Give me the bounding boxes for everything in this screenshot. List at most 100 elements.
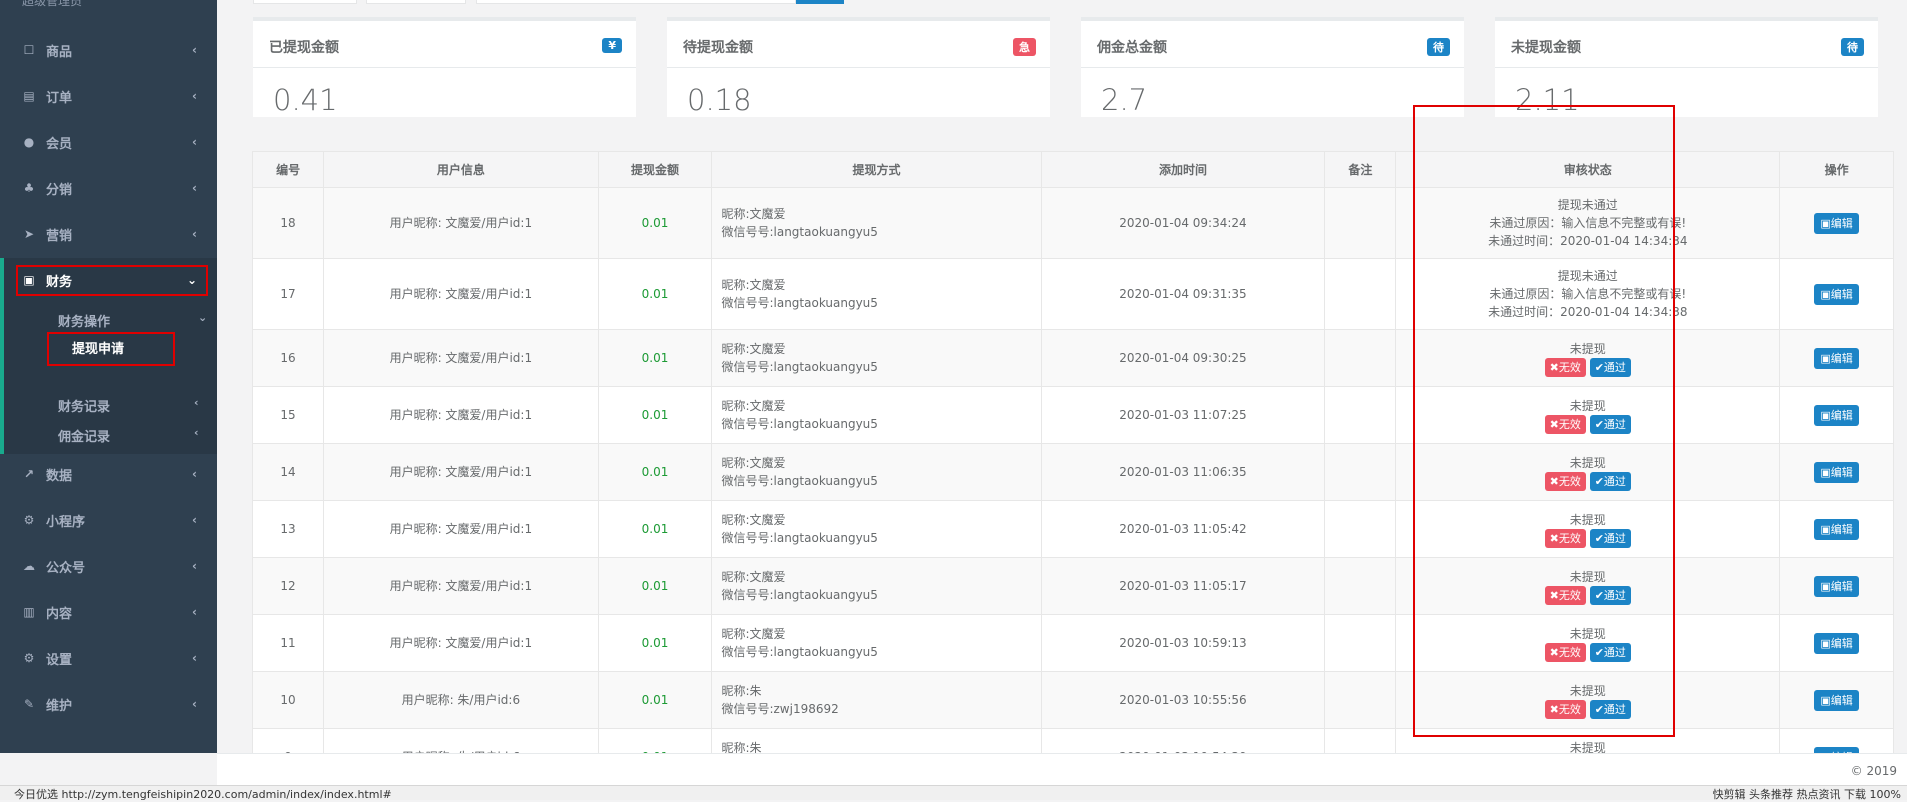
chevron-icon: ‹ <box>192 651 197 665</box>
cell-action: ▣编辑 <box>1779 329 1894 387</box>
cell-amount: 0.01 <box>597 728 713 753</box>
chevron-icon: ‹ <box>192 181 197 195</box>
sidebar-item-1[interactable]: ▤ 订单 ‹ <box>0 74 217 118</box>
cell-method: 昵称:文魔爱 微信号号:langtaokuangyu5 <box>711 443 1042 501</box>
sidebar-item-2[interactable]: ● 会员 ‹ <box>0 120 217 164</box>
cell-amount: 0.01 <box>597 329 713 387</box>
sidebar-item-icon: ● <box>23 135 35 149</box>
method-wx: 微信号号:langtaokuangyu5 <box>721 531 878 545</box>
cell-action: ▣编辑 <box>1779 386 1894 444</box>
method-wx: 微信号号:langtaokuangyu5 <box>721 474 878 488</box>
method-wx: 微信号号:zwj198692 <box>721 702 839 716</box>
cell-time: 2020-01-03 11:07:25 <box>1040 386 1326 444</box>
cell-method: 昵称:文魔爱 微信号号:langtaokuangyu5 <box>711 386 1042 444</box>
sidebar-item-7[interactable]: ⚙ 小程序 ‹ <box>0 498 217 542</box>
cell-id: 15 <box>252 386 325 444</box>
method-nick: 昵称:文魔爱 <box>721 627 786 641</box>
cell-action: ▣编辑 <box>1779 500 1894 558</box>
stat-value: 0.18 <box>687 83 752 117</box>
chevron-icon: ‹ <box>192 227 197 241</box>
edit-button[interactable]: ▣编辑 <box>1814 461 1859 483</box>
cell-action: ▣编辑 <box>1779 443 1894 501</box>
sidebar-item-4[interactable]: ➤ 营销 ‹ <box>0 212 217 256</box>
method-nick: 昵称:文魔爱 <box>721 278 786 292</box>
sidebar-item-label: 公众号 <box>46 560 86 576</box>
method-wx: 微信号号:langtaokuangyu5 <box>721 225 878 239</box>
sidebar-item-9[interactable]: ▥ 内容 ‹ <box>0 590 217 634</box>
cell-method: 昵称:文魔爱微信号号:langtaokuangyu5 <box>711 500 1042 558</box>
highlight-box-withdraw <box>47 332 175 366</box>
cell-method: 昵称:文魔爱微信号号:langtaokuangyu5 <box>711 258 1042 330</box>
filter-input-1[interactable] <box>253 0 357 4</box>
cell-time: 2020-01-04 09:31:35 <box>1040 258 1326 330</box>
sidebar-item-6[interactable]: ↗ 数据 ‹ <box>0 452 217 496</box>
cell-user: 用户昵称: 文魔爱/用户id:1 <box>323 443 599 501</box>
sub-item-finance-ops[interactable]: 财务操作 ⌄ <box>58 311 207 330</box>
footer: © 2019 <box>217 753 1907 785</box>
chevron-icon: ‹ <box>192 135 197 149</box>
cell-user: 用户昵称: 文魔爱/用户id:1 <box>323 614 599 672</box>
stat-divider <box>1081 67 1464 68</box>
cell-time: 2020-01-03 11:06:35 <box>1040 443 1326 501</box>
sidebar-item-10[interactable]: ⚙ 设置 ‹ <box>0 636 217 680</box>
chevron-icon: ‹ <box>192 43 197 57</box>
cell-id: 12 <box>252 557 325 615</box>
sidebar-item-label: 会员 <box>46 136 73 152</box>
method-nick: 昵称:文魔爱 <box>721 570 786 584</box>
edit-button[interactable]: ▣编辑 <box>1814 347 1859 369</box>
cell-remark <box>1324 671 1397 729</box>
sidebar-item-icon: ▤ <box>23 89 35 103</box>
sidebar-item-11[interactable]: ✎ 维护 ‹ <box>0 682 217 726</box>
sidebar-item-3[interactable]: ♣ 分销 ‹ <box>0 166 217 210</box>
sub-item-commission-record[interactable]: 佣金记录 ‹ <box>58 426 199 445</box>
cell-method: 昵称:文魔爱 微信号号:langtaokuangyu5 <box>711 614 1042 672</box>
cell-method: 昵称:文魔爱 微信号号:langtaokuangyu5 <box>711 329 1042 387</box>
chevron-icon: ‹ <box>192 697 197 711</box>
sidebar-item-0[interactable]: ☐ 商品 ‹ <box>0 28 217 72</box>
method-nick: 昵称:文魔爱 <box>721 207 786 221</box>
method-nick: 昵称:文魔爱 <box>721 513 786 527</box>
cell-id: 11 <box>252 614 325 672</box>
cell-remark <box>1324 614 1397 672</box>
stat-title: 已提现金额 <box>269 40 339 56</box>
sidebar-item-label: 商品 <box>46 44 73 60</box>
method-nick: 昵称:朱 <box>721 741 762 753</box>
cell-method: 昵称:朱微信号号:zwj198692 <box>711 728 1042 753</box>
filter-input-3[interactable] <box>476 0 796 4</box>
sidebar-item-8[interactable]: ☁ 公众号 ‹ <box>0 544 217 588</box>
cell-amount: 0.01 <box>597 557 713 615</box>
cell-remark <box>1324 443 1397 501</box>
cell-method: 昵称:文魔爱微信号号:langtaokuangyu5 <box>711 187 1042 259</box>
cell-user: 用户昵称: 朱/用户id:6 <box>323 728 599 753</box>
filter-input-2[interactable] <box>366 0 466 4</box>
stat-title: 未提现金额 <box>1511 40 1581 56</box>
cell-method: 昵称:朱微信号号:zwj198692 <box>711 671 1042 729</box>
sidebar-item-icon: ⚙ <box>23 651 35 665</box>
stat-card: 待提现金额 急 0.18 <box>667 17 1050 117</box>
stat-badge: 急 <box>1013 38 1036 56</box>
method-wx: 微信号号:langtaokuangyu5 <box>721 296 878 310</box>
edit-button[interactable]: ▣编辑 <box>1814 404 1859 426</box>
sidebar-item-label: 维护 <box>46 698 73 714</box>
sub-item-finance-record[interactable]: 财务记录 ‹ <box>58 396 199 415</box>
stat-badge: ¥ <box>602 38 622 53</box>
admin-role-label: 超级管理员 <box>22 0 83 8</box>
table-header: 提现金额 <box>597 151 713 188</box>
cell-action: ▣编辑 <box>1779 614 1894 672</box>
edit-button[interactable]: ▣编辑 <box>1814 575 1859 597</box>
cell-id: 9 <box>252 728 325 753</box>
edit-button[interactable]: ▣编辑 <box>1814 212 1859 234</box>
sidebar-item-label: 数据 <box>46 468 73 484</box>
edit-button[interactable]: ▣编辑 <box>1814 632 1859 654</box>
copyright: © 2019 <box>1850 764 1897 778</box>
cell-id: 14 <box>252 443 325 501</box>
sidebar-item-icon: ☁ <box>23 559 35 573</box>
cell-id: 10 <box>252 671 325 729</box>
cell-user: 用户昵称: 文魔爱/用户id:1 <box>323 557 599 615</box>
stat-value: 0.41 <box>273 83 338 117</box>
edit-button[interactable]: ▣编辑 <box>1814 689 1859 711</box>
edit-button[interactable]: ▣编辑 <box>1814 518 1859 540</box>
search-button[interactable] <box>796 0 844 4</box>
edit-button[interactable]: ▣编辑 <box>1814 283 1859 305</box>
stat-card: 已提现金额 ¥0.41 <box>253 17 636 117</box>
